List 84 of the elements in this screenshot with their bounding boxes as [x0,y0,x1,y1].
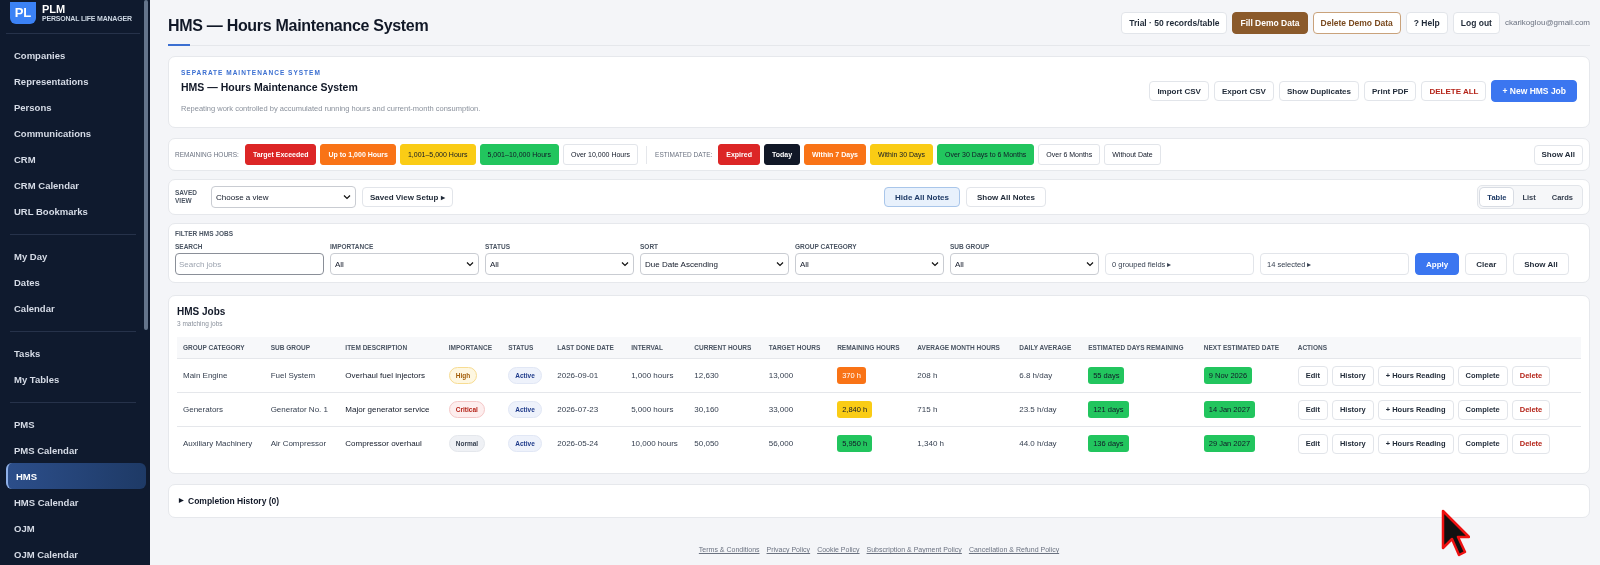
sidebar-item[interactable]: Communications [6,120,146,146]
setup-button[interactable]: Saved View Setup ▸ [362,187,453,207]
table-cell: Major generator service [339,392,443,427]
filter-select[interactable]: All [795,253,944,275]
sidebar-item[interactable]: Companies [6,42,146,68]
table-cell: Main Engine [177,358,265,393]
filter-select[interactable]: All [330,253,479,275]
filter-button[interactable]: Apply [1415,253,1460,275]
sidebar-item[interactable]: OJM Calendar [6,541,146,565]
show-all-button[interactable]: Show All [1533,144,1583,165]
chevron-icon [776,260,784,268]
sidebar-item[interactable]: Representations [6,68,146,94]
sidebar-item[interactable]: Calendar [6,295,146,321]
table-cell: 1,000 hours [625,358,689,393]
sidebar-item[interactable]: URL Bookmarks [6,198,146,224]
table-cell: Auxiliary Machinery [177,426,265,461]
table-cell: 13,000 [762,358,832,393]
table-cell: 2026-09-01 [551,358,626,393]
table-cell: Fuel System [264,358,340,393]
table-cell: Overhaul fuel injectors [339,358,443,393]
header-button[interactable]: Fill Demo Data [1232,11,1308,34]
filter-select[interactable]: Due Date Ascending [640,253,789,275]
view-select[interactable]: Choose a view [211,186,356,208]
table-cell: Generators [177,392,265,427]
toolbar-button[interactable]: Print PDF [1363,81,1417,101]
sidebar-item[interactable]: CRM Calendar [6,172,146,198]
table-cell: 10,000 hours [625,426,689,461]
table-cell: 33,000 [762,392,832,427]
sidebar-item[interactable]: PMS [6,411,146,437]
chevron-icon [621,260,629,268]
sidebar-item[interactable]: CRM [6,146,146,172]
header-button[interactable]: Trial · 50 records/table [1121,11,1228,34]
table-cell: 6.8 h/day [1013,358,1083,393]
chevron-icon [466,260,474,268]
filter-button[interactable]: Clear [1465,253,1508,275]
table-cell: 208 h [911,358,1014,393]
table-cell: 44.0 h/day [1013,426,1083,461]
app-name: PLM [42,3,67,15]
table-cell: 2026-05-24 [551,426,626,461]
sidebar-item[interactable]: Persons [6,94,146,120]
chevron-icon [1086,260,1094,268]
section-title: HMS — Hours Maintenance System [181,81,359,93]
header-button[interactable]: ? Help [1405,11,1448,34]
logo-mark: PL [10,1,36,24]
chevron-icon [931,260,939,268]
table-cell: 1,340 h [911,426,1014,461]
chevron-icon [343,193,351,201]
sidebar-item[interactable]: My Tables [6,366,146,392]
sidebar-item[interactable]: PMS Calendar [6,437,146,463]
table-cell: 23.5 h/day [1013,392,1083,427]
sidebar-item[interactable]: Tasks [6,340,146,366]
table-title: HMS Jobs [177,306,227,317]
table-cell: 50,050 [688,426,763,461]
page-title: HMS — Hours Maintenance System [168,16,429,35]
sidebar-item[interactable]: Dates [6,269,146,295]
cursor-icon [1440,508,1470,558]
table-cell: 715 h [911,392,1014,427]
table-cell: Generator No. 1 [264,392,340,427]
header-button[interactable]: Delete Demo Data [1312,11,1401,34]
sidebar-item[interactable]: HMS [6,463,146,489]
filter-select[interactable]: All [485,253,634,275]
sidebar-item[interactable]: HMS Calendar [6,489,146,515]
search-field[interactable]: Search jobs [175,253,324,275]
table-cell: 2026-07-23 [551,392,626,427]
filter-button[interactable]: Show All [1513,253,1569,275]
notes-button[interactable]: Show All Notes [965,187,1046,207]
table-cell: 56,000 [762,426,832,461]
table-cell: 12,630 [688,358,763,393]
header-button[interactable]: Log out [1452,11,1500,34]
toolbar-button[interactable]: Show Duplicates [1278,81,1359,101]
notes-button[interactable]: Hide All Notes [884,187,960,207]
scrollbar[interactable] [144,0,148,330]
table-cell: Air Compressor [264,426,340,461]
table-cell: 5,000 hours [625,392,689,427]
filter-select[interactable]: All [950,253,1099,275]
sidebar-item[interactable]: My Day [6,243,146,269]
table-cell: Compressor overhaul [339,426,443,461]
table-cell: 30,160 [688,392,763,427]
user-email: ckarikoglou@gmail.com [1504,18,1590,27]
toolbar-button[interactable]: Export CSV [1213,81,1274,101]
sidebar-item[interactable]: OJM [6,515,146,541]
toolbar-button[interactable]: DELETE ALL [1421,81,1487,101]
toolbar-button[interactable]: + New HMS Job [1491,80,1577,102]
toolbar-button[interactable]: Import CSV [1149,81,1209,101]
